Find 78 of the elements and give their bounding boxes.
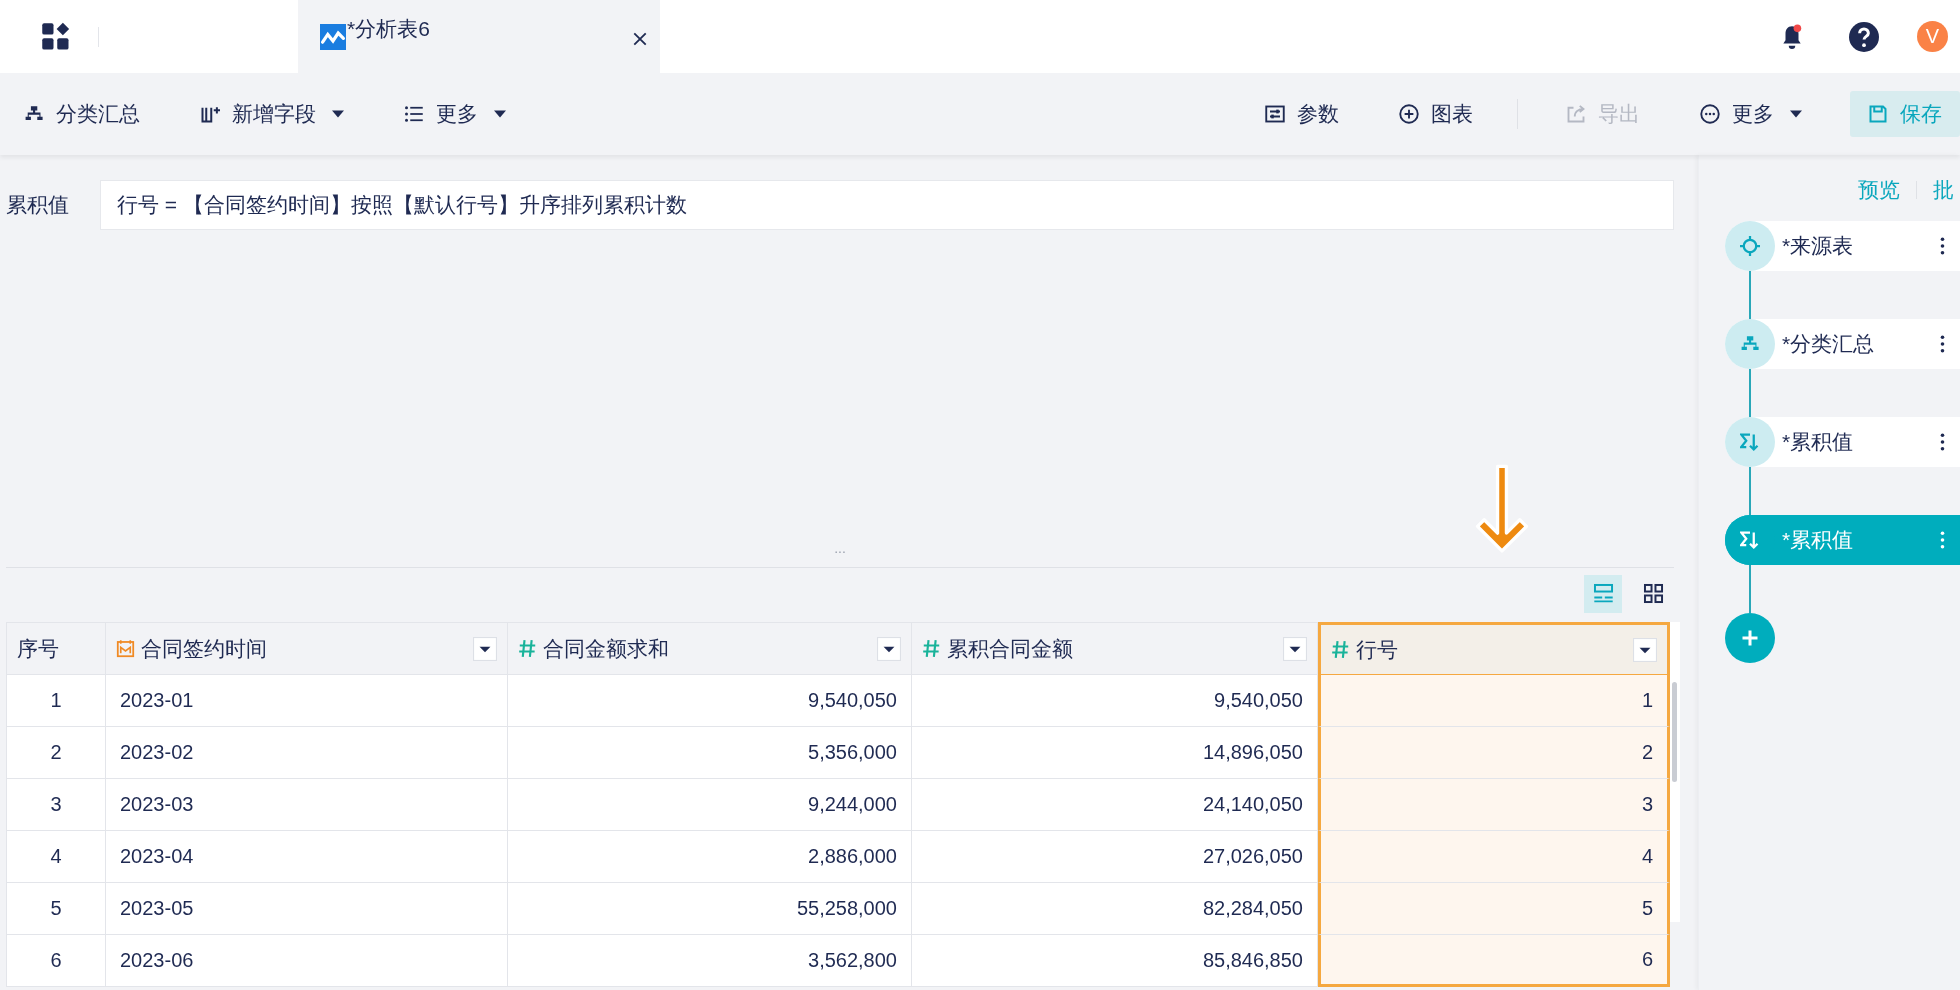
sliders-icon [1265, 104, 1285, 124]
flow-step[interactable]: *分类汇总 [1725, 319, 1960, 369]
tab-title: *分析表6 [347, 15, 431, 42]
crosshair-icon [1740, 236, 1760, 256]
table-cell: 5 [1318, 883, 1670, 935]
table-cell: 82,284,050 [912, 883, 1318, 935]
toolbar-button[interactable]: 更多 [392, 91, 518, 137]
flow-step[interactable]: *来源表 [1725, 221, 1960, 271]
table-cell: 5 [6, 883, 106, 935]
table-cell: 2023-02 [106, 727, 508, 779]
hash-icon [518, 639, 537, 658]
export-icon [1566, 104, 1586, 124]
table-cell: 5,356,000 [508, 727, 912, 779]
grid-icon [1642, 583, 1664, 604]
table-cell: 2023-04 [106, 831, 508, 883]
toolbar-button[interactable]: 新增字段 [188, 91, 356, 137]
table-cell: 4 [1318, 831, 1670, 883]
plus-icon [1740, 628, 1760, 648]
table-cell: 6 [6, 935, 106, 987]
dropdown-icon[interactable] [1283, 636, 1307, 661]
more-icon [1700, 104, 1720, 124]
table-cell: 4 [6, 831, 106, 883]
toolbar-button[interactable]: 更多 [1688, 91, 1814, 137]
table-cell: 85,846,850 [912, 935, 1318, 987]
table-cell: 2023-06 [106, 935, 508, 987]
table-cell: 9,540,050 [912, 675, 1318, 727]
formula-label: 累积值 [5, 192, 70, 218]
kebab-menu-icon[interactable] [1940, 237, 1945, 255]
list-icon [404, 104, 424, 124]
table-cell: 9,244,000 [508, 779, 912, 831]
table-cell: 27,026,050 [912, 831, 1318, 883]
hash-icon [922, 639, 941, 658]
column-header[interactable]: 合同金额求和 [508, 622, 912, 675]
table-cell: 14,896,050 [912, 727, 1318, 779]
formula-field[interactable]: 行号 = 【合同签约时间】按照【默认行号】升序排列累积计数 [100, 180, 1674, 230]
calendar-icon [116, 639, 135, 658]
table-cell: 2023-01 [106, 675, 508, 727]
table-cell: 2,886,000 [508, 831, 912, 883]
add-column-icon [200, 104, 220, 124]
table-cell: 2023-05 [106, 883, 508, 935]
table-cell: 2 [6, 727, 106, 779]
help-icon[interactable] [1849, 21, 1879, 52]
table-cell: 1 [1318, 675, 1670, 727]
line-chart-icon [320, 23, 346, 50]
document-tab[interactable]: *分析表6 [298, 0, 660, 73]
dropdown-icon[interactable] [1633, 637, 1657, 662]
dropdown-icon[interactable] [473, 636, 497, 661]
table-cell: 2023-03 [106, 779, 508, 831]
table-cell: 9,540,050 [508, 675, 912, 727]
column-header[interactable]: 累积合同金额 [912, 622, 1318, 675]
table-cell: 2 [1318, 727, 1670, 779]
row-view-toggle[interactable] [1584, 574, 1622, 613]
column-header[interactable]: 合同签约时间 [106, 622, 508, 675]
dropdown-icon[interactable] [877, 636, 901, 661]
add-step-button[interactable] [1725, 613, 1775, 663]
save-icon [1868, 104, 1888, 124]
table-cell: 3 [1318, 779, 1670, 831]
table-cell: 24,140,050 [912, 779, 1318, 831]
apps-icon[interactable] [41, 21, 71, 52]
flow-step[interactable]: *累积值 [1725, 417, 1960, 467]
kebab-menu-icon[interactable] [1940, 335, 1945, 353]
sigma-arrow-icon [1740, 432, 1760, 452]
add-circle-icon [1399, 104, 1419, 124]
table-cell: 55,258,000 [508, 883, 912, 935]
table-cell: 3 [6, 779, 106, 831]
hash-icon [1331, 640, 1350, 659]
table-cell: 3,562,800 [508, 935, 912, 987]
column-header[interactable]: 序号 [6, 622, 106, 675]
column-header[interactable]: 行号 [1318, 622, 1670, 675]
toolbar-button[interactable]: 参数 [1253, 91, 1351, 137]
close-icon[interactable] [632, 30, 648, 47]
table-cell: 1 [6, 675, 106, 727]
toolbar-button[interactable]: 分类汇总 [12, 91, 152, 137]
kebab-menu-icon[interactable] [1940, 433, 1945, 451]
toolbar-button[interactable]: 图表 [1387, 91, 1485, 137]
table-cell: 6 [1318, 935, 1670, 987]
row-layout-icon [1592, 583, 1614, 604]
sigma-arrow-icon [1740, 530, 1760, 550]
